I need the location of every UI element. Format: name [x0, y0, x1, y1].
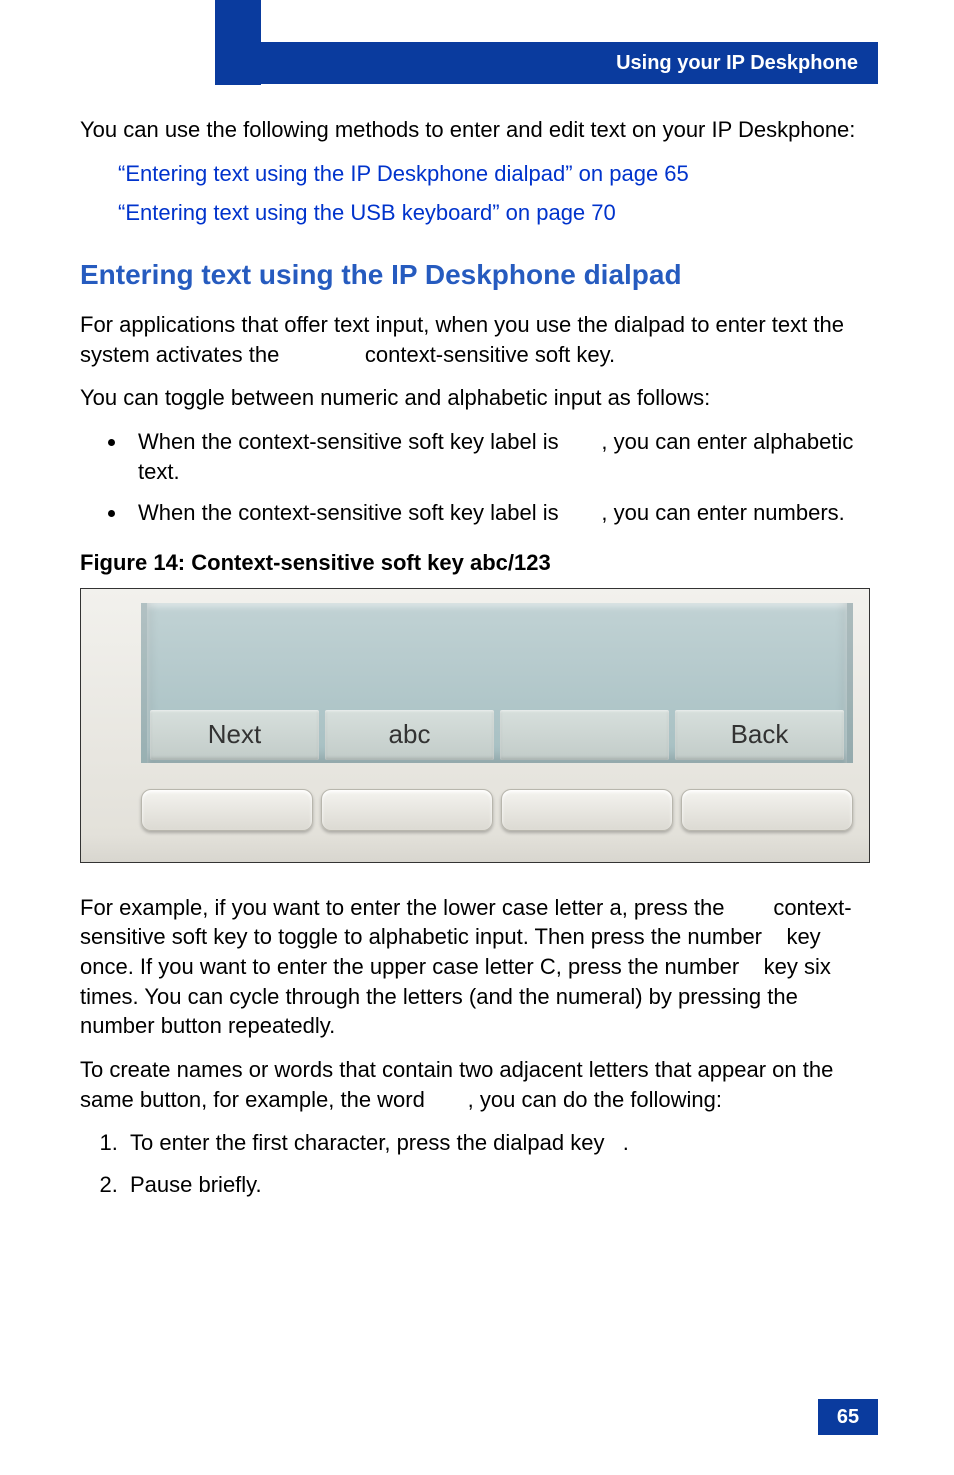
figure-caption: Figure 14: Context-sensitive soft key ab… [80, 548, 875, 578]
example-p1: For example, if you want to enter the lo… [80, 893, 875, 1041]
bullet-list: When the context-sensitive soft key labe… [80, 427, 875, 528]
header-title: Using your IP Deskphone [616, 52, 858, 75]
softkey-empty [500, 710, 669, 760]
softkey-label-row: Next abc Back [147, 707, 847, 763]
header-bar: Using your IP Deskphone [221, 42, 878, 84]
page: Using your IP Deskphone You can use the … [0, 0, 954, 1475]
content-area: You can use the following methods to ent… [80, 115, 875, 1212]
link-list: “Entering text using the IP Deskphone di… [118, 159, 875, 228]
phone-screen: Next abc Back [141, 603, 853, 763]
example-p2: To create names or words that contain tw… [80, 1055, 875, 1114]
steps-list: To enter the first character, press the … [80, 1128, 875, 1199]
link-usb-keyboard[interactable]: “Entering text using the USB keyboard” o… [118, 198, 875, 228]
intro-paragraph: You can use the following methods to ent… [80, 115, 875, 145]
section-p1: For applications that offer text input, … [80, 310, 875, 369]
hw-button-3 [501, 789, 673, 831]
page-number-value: 65 [837, 1406, 859, 1429]
bullet-alpha: When the context-sensitive soft key labe… [128, 427, 875, 486]
step-1: To enter the first character, press the … [124, 1128, 875, 1158]
hw-button-4 [681, 789, 853, 831]
section-heading: Entering text using the IP Deskphone dia… [80, 256, 875, 294]
section-p2: You can toggle between numeric and alpha… [80, 383, 875, 413]
page-number: 65 [818, 1399, 878, 1435]
link-dialpad[interactable]: “Entering text using the IP Deskphone di… [118, 159, 875, 189]
hw-button-2 [321, 789, 493, 831]
softkey-next: Next [150, 710, 319, 760]
softkey-back: Back [675, 710, 844, 760]
bullet-numeric: When the context-sensitive soft key labe… [128, 498, 875, 528]
hw-button-1 [141, 789, 313, 831]
figure-14: Next abc Back [80, 588, 870, 863]
step-2: Pause briefly. [124, 1170, 875, 1200]
softkey-abc: abc [325, 710, 494, 760]
hardware-button-row [141, 789, 853, 829]
